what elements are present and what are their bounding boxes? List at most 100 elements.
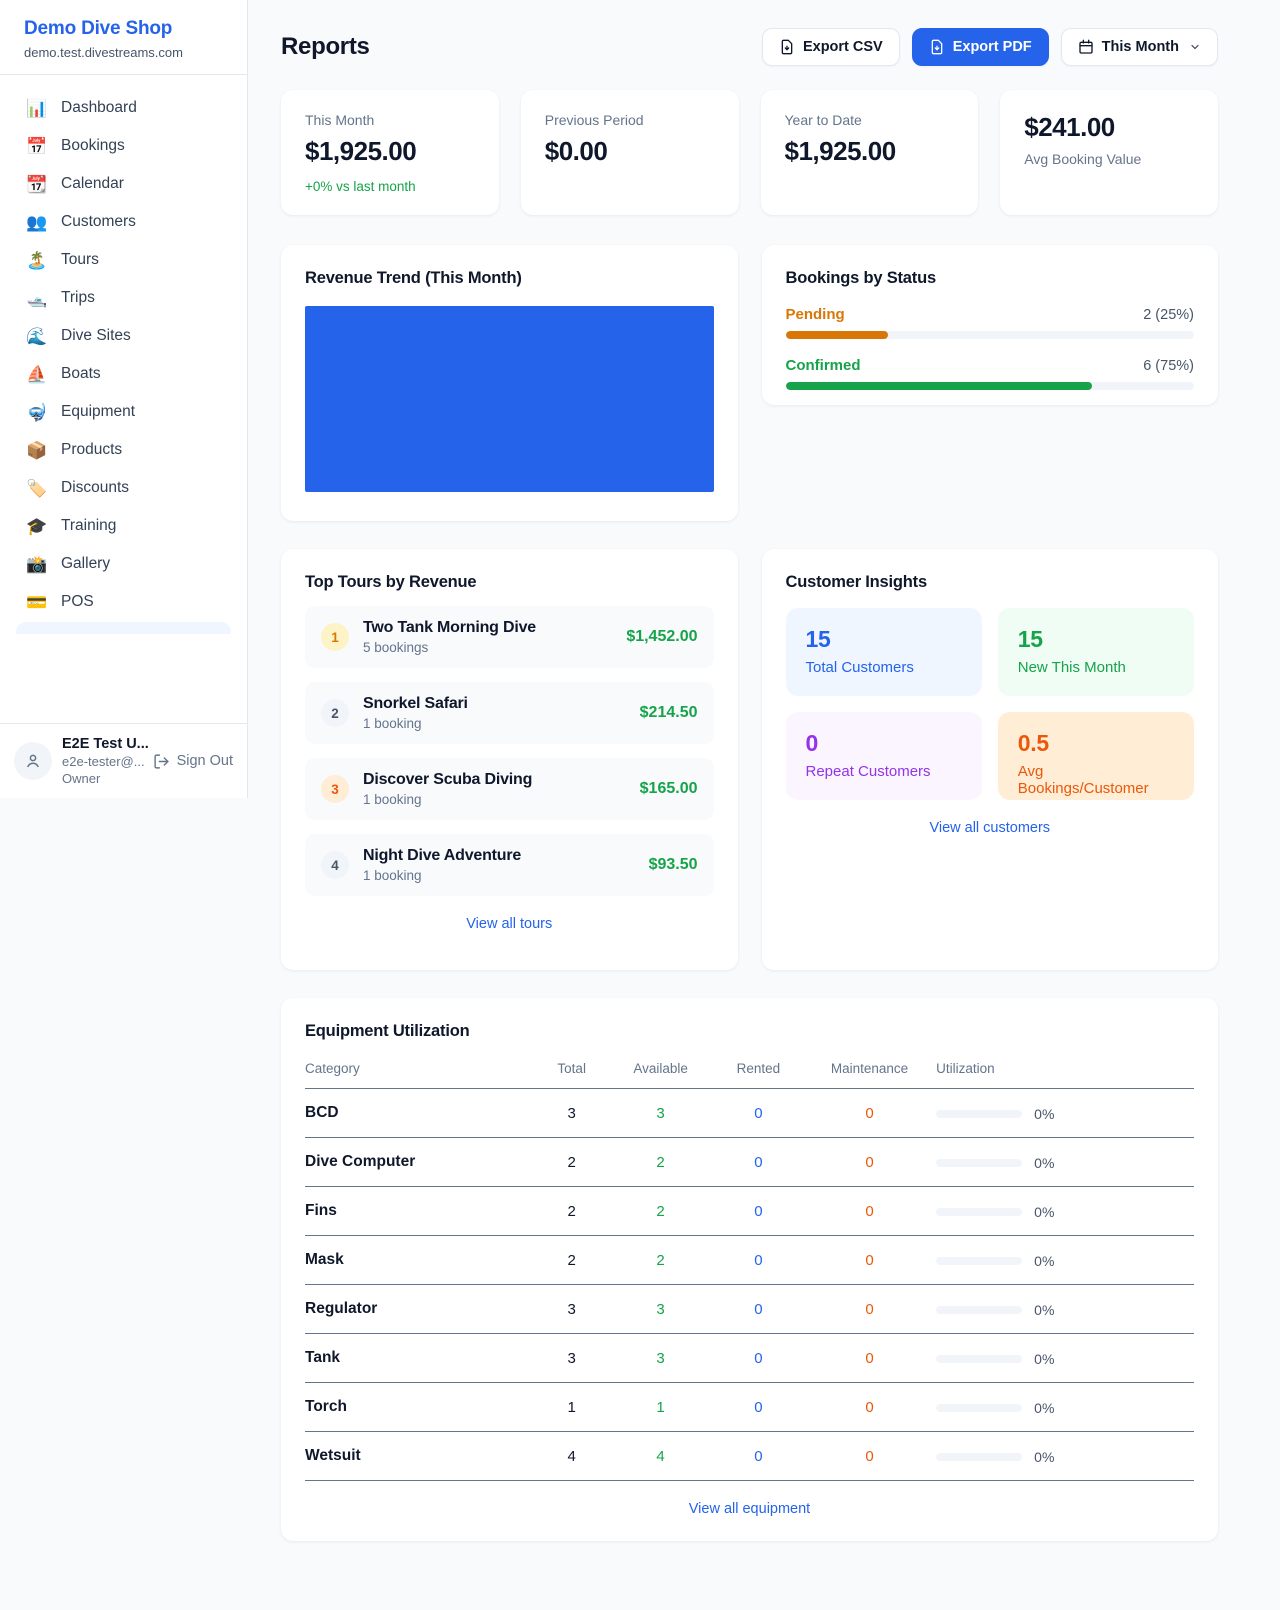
cell-category: Fins: [305, 1187, 536, 1236]
insights-row: Top Tours by Revenue 1 Two Tank Morning …: [281, 549, 1218, 970]
sidebar-item-label: Customers: [61, 213, 136, 231]
sidebar-nav: 📊 Dashboard 📅 Bookings 📆 Calendar 👥 Cust…: [0, 75, 247, 723]
cell-rented: 0: [714, 1432, 803, 1481]
tour-bookings: 1 booking: [363, 868, 521, 883]
chevron-down-icon: [1189, 41, 1201, 53]
view-all-customers-link[interactable]: View all customers: [786, 820, 1195, 836]
col-total: Total: [536, 1051, 607, 1089]
sidebar-item-gallery[interactable]: 📸 Gallery: [14, 545, 233, 583]
sidebar-item-customers[interactable]: 👥 Customers: [14, 203, 233, 241]
tour-revenue: $1,452.00: [626, 628, 697, 646]
cell-available: 2: [607, 1236, 714, 1285]
tour-revenue: $214.50: [640, 704, 698, 722]
export-pdf-button[interactable]: Export PDF: [912, 28, 1049, 66]
header-actions: Export CSV Export PDF This Month: [762, 28, 1218, 66]
sidebar-item-reports-partial[interactable]: [16, 622, 231, 634]
col-utilization: Utilization: [936, 1051, 1194, 1089]
view-all-equipment-link[interactable]: View all equipment: [305, 1501, 1194, 1517]
diving-mask-icon: 🤿: [26, 404, 48, 421]
top-tours-card: Top Tours by Revenue 1 Two Tank Morning …: [281, 549, 738, 970]
view-all-tours-link[interactable]: View all tours: [305, 916, 714, 932]
sidebar-item-equipment[interactable]: 🤿 Equipment: [14, 393, 233, 431]
sidebar-item-products[interactable]: 📦 Products: [14, 431, 233, 469]
page-title: Reports: [281, 33, 370, 61]
stat-label: Avg Booking Value: [1024, 151, 1194, 167]
period-dropdown[interactable]: This Month: [1061, 28, 1218, 66]
brand-domain: demo.test.divestreams.com: [24, 45, 223, 60]
sidebar-item-pos[interactable]: 💳 POS: [14, 583, 233, 621]
sidebar-item-trips[interactable]: 🛥️ Trips: [14, 279, 233, 317]
cell-total: 3: [536, 1089, 607, 1138]
tour-revenue: $93.50: [649, 856, 698, 874]
sidebar-item-dive-sites[interactable]: 🌊 Dive Sites: [14, 317, 233, 355]
main-content: Reports Export CSV Export PDF: [248, 0, 1280, 1577]
col-maintenance: Maintenance: [803, 1051, 936, 1089]
sidebar-item-label: Equipment: [61, 403, 135, 421]
user-name: E2E Test U...: [62, 736, 143, 752]
sidebar-item-training[interactable]: 🎓 Training: [14, 507, 233, 545]
stat-value: $241.00: [1024, 112, 1194, 143]
utilization-pct: 0%: [1034, 1204, 1054, 1220]
sidebar-item-label: Bookings: [61, 137, 125, 155]
sidebar: Demo Dive Shop demo.test.divestreams.com…: [0, 0, 248, 798]
stat-label: This Month: [305, 112, 475, 128]
reports-page: Demo Dive Shop demo.test.divestreams.com…: [0, 0, 1280, 1610]
sailboat-icon: ⛵: [26, 366, 48, 383]
cell-maintenance: 0: [803, 1432, 936, 1481]
calendar-icon: 📆: [26, 176, 48, 193]
cell-available: 1: [607, 1383, 714, 1432]
tour-name: Discover Scuba Diving: [363, 771, 532, 789]
progress-track: [786, 331, 1195, 339]
equipment-utilization-card: Equipment Utilization Category Total Ava…: [281, 998, 1218, 1541]
cell-maintenance: 0: [803, 1236, 936, 1285]
sign-out-button[interactable]: Sign Out: [153, 753, 233, 770]
utilization-track: [936, 1257, 1022, 1265]
insight-tiles: 15 Total Customers 15 New This Month 0 R…: [786, 608, 1195, 800]
stat-delta: +0% vs last month: [305, 179, 475, 194]
calendar-date-icon: 📅: [26, 138, 48, 155]
sidebar-item-dashboard[interactable]: 📊 Dashboard: [14, 89, 233, 127]
stat-card-this-month: This Month $1,925.00 +0% vs last month: [281, 90, 499, 215]
rank-badge: 2: [321, 699, 349, 727]
tour-list-item: 2 Snorkel Safari 1 booking $214.50: [305, 682, 714, 744]
cell-utilization: 0%: [936, 1138, 1194, 1187]
avatar: [14, 742, 52, 780]
progress-fill: [786, 382, 1092, 390]
table-row: Regulator 3 3 0 0 0%: [305, 1285, 1194, 1334]
cell-rented: 0: [714, 1138, 803, 1187]
sidebar-item-label: Dashboard: [61, 99, 137, 117]
brand-block[interactable]: Demo Dive Shop demo.test.divestreams.com: [0, 0, 247, 75]
utilization-track: [936, 1208, 1022, 1216]
cell-category: Regulator: [305, 1285, 536, 1334]
tile-avg-bookings: 0.5 Avg Bookings/Customer: [998, 712, 1194, 800]
cell-total: 4: [536, 1432, 607, 1481]
sidebar-item-label: Discounts: [61, 479, 129, 497]
cell-total: 2: [536, 1187, 607, 1236]
cell-category: Dive Computer: [305, 1138, 536, 1187]
sidebar-item-label: Training: [61, 517, 116, 535]
table-row: Tank 3 3 0 0 0%: [305, 1334, 1194, 1383]
export-csv-button[interactable]: Export CSV: [762, 28, 900, 66]
sidebar-item-calendar[interactable]: 📆 Calendar: [14, 165, 233, 203]
bookings-by-status-title: Bookings by Status: [786, 269, 1195, 288]
progress-track: [786, 382, 1195, 390]
cell-available: 4: [607, 1432, 714, 1481]
cell-rented: 0: [714, 1187, 803, 1236]
stat-label: Year to Date: [785, 112, 955, 128]
sidebar-item-bookings[interactable]: 📅 Bookings: [14, 127, 233, 165]
tour-name: Two Tank Morning Dive: [363, 619, 536, 637]
revenue-trend-card: Revenue Trend (This Month): [281, 245, 738, 521]
cell-total: 2: [536, 1138, 607, 1187]
cell-total: 1: [536, 1383, 607, 1432]
table-row: Mask 2 2 0 0 0%: [305, 1236, 1194, 1285]
sidebar-item-discounts[interactable]: 🏷️ Discounts: [14, 469, 233, 507]
sidebar-item-tours[interactable]: 🏝️ Tours: [14, 241, 233, 279]
cell-available: 3: [607, 1089, 714, 1138]
tour-revenue: $165.00: [640, 780, 698, 798]
sidebar-item-boats[interactable]: ⛵ Boats: [14, 355, 233, 393]
file-download-icon: [779, 39, 795, 55]
sidebar-item-label: Dive Sites: [61, 327, 131, 345]
period-label: This Month: [1102, 39, 1179, 55]
tile-label: Total Customers: [806, 659, 962, 676]
cell-available: 3: [607, 1285, 714, 1334]
